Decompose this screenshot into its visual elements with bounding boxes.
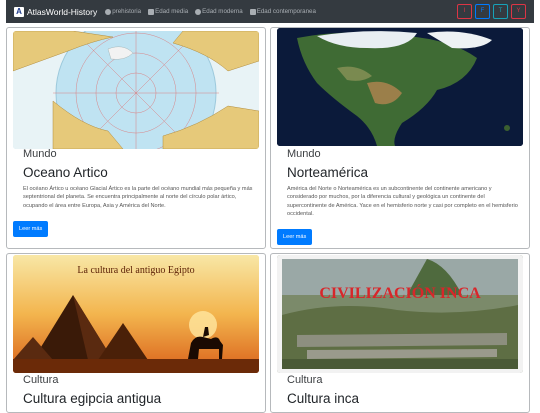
card-category: Cultura bbox=[287, 374, 323, 386]
castle-icon bbox=[148, 8, 155, 15]
card-category: Mundo bbox=[23, 148, 57, 160]
nav-link-edad-moderna[interactable]: Edad moderna bbox=[195, 8, 243, 15]
person-icon bbox=[105, 8, 112, 15]
image-caption: CIVILIZACIÓN INCA bbox=[319, 285, 481, 302]
north-america-satellite-image bbox=[277, 28, 523, 146]
nav-link-edad-media[interactable]: Edad media bbox=[148, 8, 188, 15]
globe-icon bbox=[195, 8, 202, 15]
card-description: El océano Ártico u océano Glacial Ártico… bbox=[23, 186, 253, 209]
read-more-button[interactable]: Leer más bbox=[13, 221, 49, 237]
card-category: Cultura bbox=[23, 374, 59, 386]
read-more-button[interactable]: Leer más bbox=[277, 229, 313, 245]
card-title[interactable]: Oceano Artico bbox=[23, 165, 108, 180]
machu-picchu-image: CIVILIZACIÓN INCA bbox=[277, 255, 523, 373]
youtube-button[interactable]: Y bbox=[511, 4, 526, 19]
card-description: América del Norte o Norteamérica es un s… bbox=[287, 186, 518, 217]
instagram-button[interactable]: I bbox=[457, 4, 472, 19]
nav-link-label: Edad contemporanea bbox=[256, 8, 316, 15]
brand-logo-icon: A bbox=[14, 6, 24, 17]
nav-link-label: Edad media bbox=[155, 8, 189, 15]
facebook-button[interactable]: F bbox=[475, 4, 490, 19]
brand-name: AtlasWorld-History bbox=[27, 6, 98, 17]
building-icon bbox=[249, 8, 256, 15]
arctic-map-image bbox=[13, 31, 259, 149]
card-title[interactable]: Norteamérica bbox=[287, 165, 368, 180]
card-cultura-egipcia: La cultura del antiguo Egipto Cultura Cu… bbox=[6, 253, 266, 413]
card-oceano-artico: Mundo Oceano Artico El océano Ártico u o… bbox=[6, 27, 266, 249]
card-norteamerica: Mundo Norteamérica América del Norte o N… bbox=[270, 27, 530, 249]
card-cultura-inca: CIVILIZACIÓN INCA Cultura Cultura inca bbox=[270, 253, 530, 413]
card-title[interactable]: Cultura egipcia antigua bbox=[23, 391, 161, 406]
nav-link-label: prehistoria bbox=[112, 8, 142, 15]
nav-link-label: Edad moderna bbox=[202, 8, 243, 15]
brand[interactable]: A AtlasWorld-History bbox=[14, 6, 98, 17]
nav-link-prehistoria[interactable]: prehistoria bbox=[105, 8, 141, 15]
egypt-pyramids-image: La cultura del antiguo Egipto bbox=[13, 255, 259, 373]
social-buttons: I F T Y bbox=[457, 4, 526, 19]
nav-link-edad-contemporanea[interactable]: Edad contemporanea bbox=[249, 8, 316, 15]
card-title[interactable]: Cultura inca bbox=[287, 391, 359, 406]
card-category: Mundo bbox=[287, 148, 321, 160]
navbar: A AtlasWorld-History prehistoria Edad me… bbox=[6, 0, 534, 23]
twitter-button[interactable]: T bbox=[493, 4, 508, 19]
image-caption: La cultura del antiguo Egipto bbox=[77, 265, 195, 276]
